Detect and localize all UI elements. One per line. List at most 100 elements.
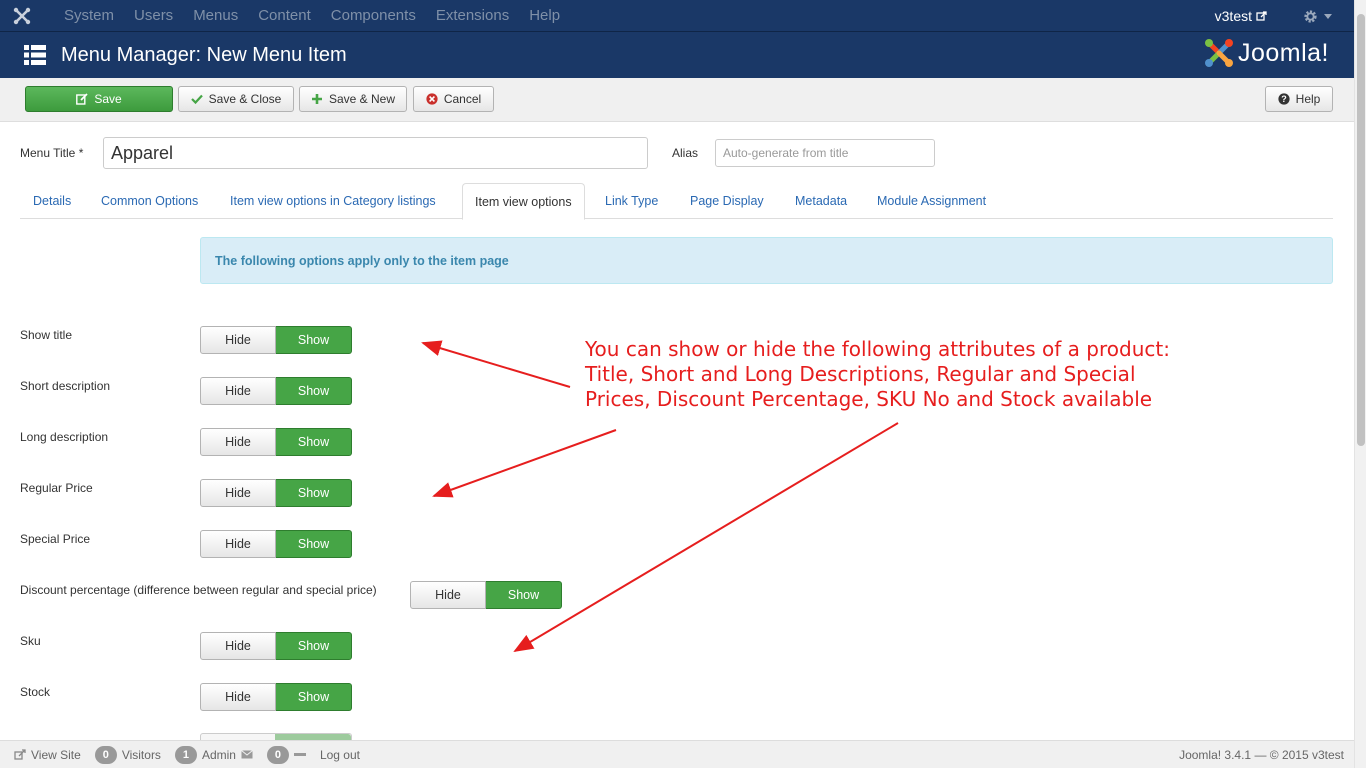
hide-button[interactable]: Hide [200,479,276,507]
scrollbar-thumb[interactable] [1357,14,1365,446]
top-navbar: System Users Menus Content Components Ex… [0,0,1354,32]
settings-dropdown[interactable] [1303,9,1332,24]
help-button[interactable]: ? Help [1265,86,1333,112]
page-scrollbar[interactable] [1354,0,1366,768]
hide-button[interactable]: Hide [410,581,486,609]
toggle-long-description: Hide Show [200,428,352,456]
visitors-status: 0 Visitors [94,745,161,764]
tab-item-view-options-category[interactable]: Item view options in Category listings [230,183,436,219]
annotation-text: You can show or hide the following attri… [585,337,1170,412]
save-button[interactable]: Save [25,86,173,112]
show-button[interactable]: Show [276,326,352,354]
info-alert-text: The following options apply only to the … [215,253,509,268]
save-label: Save [94,92,122,106]
save-close-button[interactable]: Save & Close [178,86,294,112]
option-label-stock: Stock [20,685,51,699]
option-label-sku: Sku [20,634,41,648]
alias-label: Alias [672,146,699,160]
hide-button[interactable]: Hide [200,326,276,354]
menu-title-input[interactable]: Apparel [103,137,648,169]
cancel-button[interactable]: Cancel [413,86,494,112]
menu-components[interactable]: Components [331,0,416,32]
toolbar: Save Save & Close Save & New Cancel ? He… [0,78,1354,122]
toggle-special-price: Hide Show [200,530,352,558]
show-button[interactable]: Show [486,581,562,609]
tab-details[interactable]: Details [33,183,71,219]
hide-button[interactable]: Hide [200,428,276,456]
show-button[interactable]: Show [276,530,352,558]
option-label-short-description: Short description [20,379,111,393]
cancel-icon [426,93,438,105]
menu-content[interactable]: Content [258,0,311,32]
logout-label: Log out [319,747,360,762]
alias-input[interactable]: Auto-generate from title [715,139,935,167]
toggle-show-title: Hide Show [200,326,352,354]
copyright-text: Joomla! 3.4.1 — © 2015 v3test [1179,747,1344,762]
hide-button[interactable]: Hide [200,683,276,711]
hide-button[interactable]: Hide [200,632,276,660]
help-label: Help [1295,92,1321,106]
arrow-to-sku [513,422,899,653]
tab-link-type[interactable]: Link Type [605,183,658,219]
gear-icon [1304,9,1317,23]
hide-button[interactable]: Hide [200,530,276,558]
menu-menus[interactable]: Menus [193,0,238,32]
brand-text: Joomla! [1237,38,1329,67]
admin-label: Admin [201,747,236,762]
minus-icon [293,752,306,756]
visitors-label: Visitors [121,747,161,762]
logout-link[interactable]: Log out [320,748,360,762]
joomla-logo: Joomla! [1203,37,1329,69]
menu-system[interactable]: System [64,0,114,32]
page-title: Menu Manager: New Menu Item [61,43,347,66]
save-new-button[interactable]: Save & New [299,86,407,112]
show-button[interactable]: Show [276,683,352,711]
external-link-icon [14,748,26,760]
joomla-icon[interactable] [0,0,44,32]
show-button[interactable]: Show [276,632,352,660]
menu-help[interactable]: Help [529,0,560,32]
menu-title-value: Apparel [111,142,174,163]
envelope-icon [241,750,253,759]
cancel-label: Cancel [443,92,482,106]
tab-common-options[interactable]: Common Options [101,183,198,219]
tab-page-display[interactable]: Page Display [690,183,764,219]
admin-count-badge: 1 [174,745,197,764]
menu-users[interactable]: Users [134,0,173,32]
toggle-stock: Hide Show [200,683,352,711]
plus-icon [311,94,322,104]
menu-extensions[interactable]: Extensions [436,0,509,32]
annotation-line-2: Title, Short and Long Descriptions, Regu… [585,362,1136,386]
show-button[interactable]: Show [276,479,352,507]
visitors-count-badge: 0 [94,745,117,764]
info-alert: The following options apply only to the … [200,237,1333,284]
save-new-label: Save & New [328,92,396,106]
hide-button[interactable]: Hide [200,377,276,405]
tab-module-assignment[interactable]: Module Assignment [877,183,986,219]
joomla-logo-mark [1204,39,1233,67]
site-link[interactable]: v3test [1215,8,1267,24]
check-icon [190,94,203,105]
arrow-to-show-title [421,340,571,388]
show-button[interactable]: Show [276,428,352,456]
view-site-link[interactable]: View Site [14,748,81,762]
tab-item-view-options[interactable]: Item view options [462,183,585,220]
option-label-show-title: Show title [20,328,73,342]
tab-metadata[interactable]: Metadata [795,183,847,219]
page-header: Menu Manager: New Menu Item Joomla! [0,32,1354,78]
menu-title-label: Menu Title * [20,146,84,160]
show-button[interactable]: Show [276,377,352,405]
annotation-line-3: Prices, Discount Percentage, SKU No and … [585,387,1153,411]
option-label-discount-percentage: Discount percentage (difference between … [20,583,377,597]
option-label-regular-price: Regular Price [20,481,93,495]
alias-placeholder: Auto-generate from title [723,146,849,160]
toggle-discount-percentage: Hide Show [410,581,562,609]
annotation-line-1: You can show or hide the following attri… [585,337,1170,361]
external-link-icon [1256,10,1267,21]
save-close-label: Save & Close [208,92,282,106]
toggle-regular-price: Hide Show [200,479,352,507]
tab-bar: Details Common Options Item view options… [20,183,1333,220]
toggle-short-description: Hide Show [200,377,352,405]
svg-text:?: ? [1281,94,1287,104]
messages-status[interactable]: 0 [266,745,306,764]
